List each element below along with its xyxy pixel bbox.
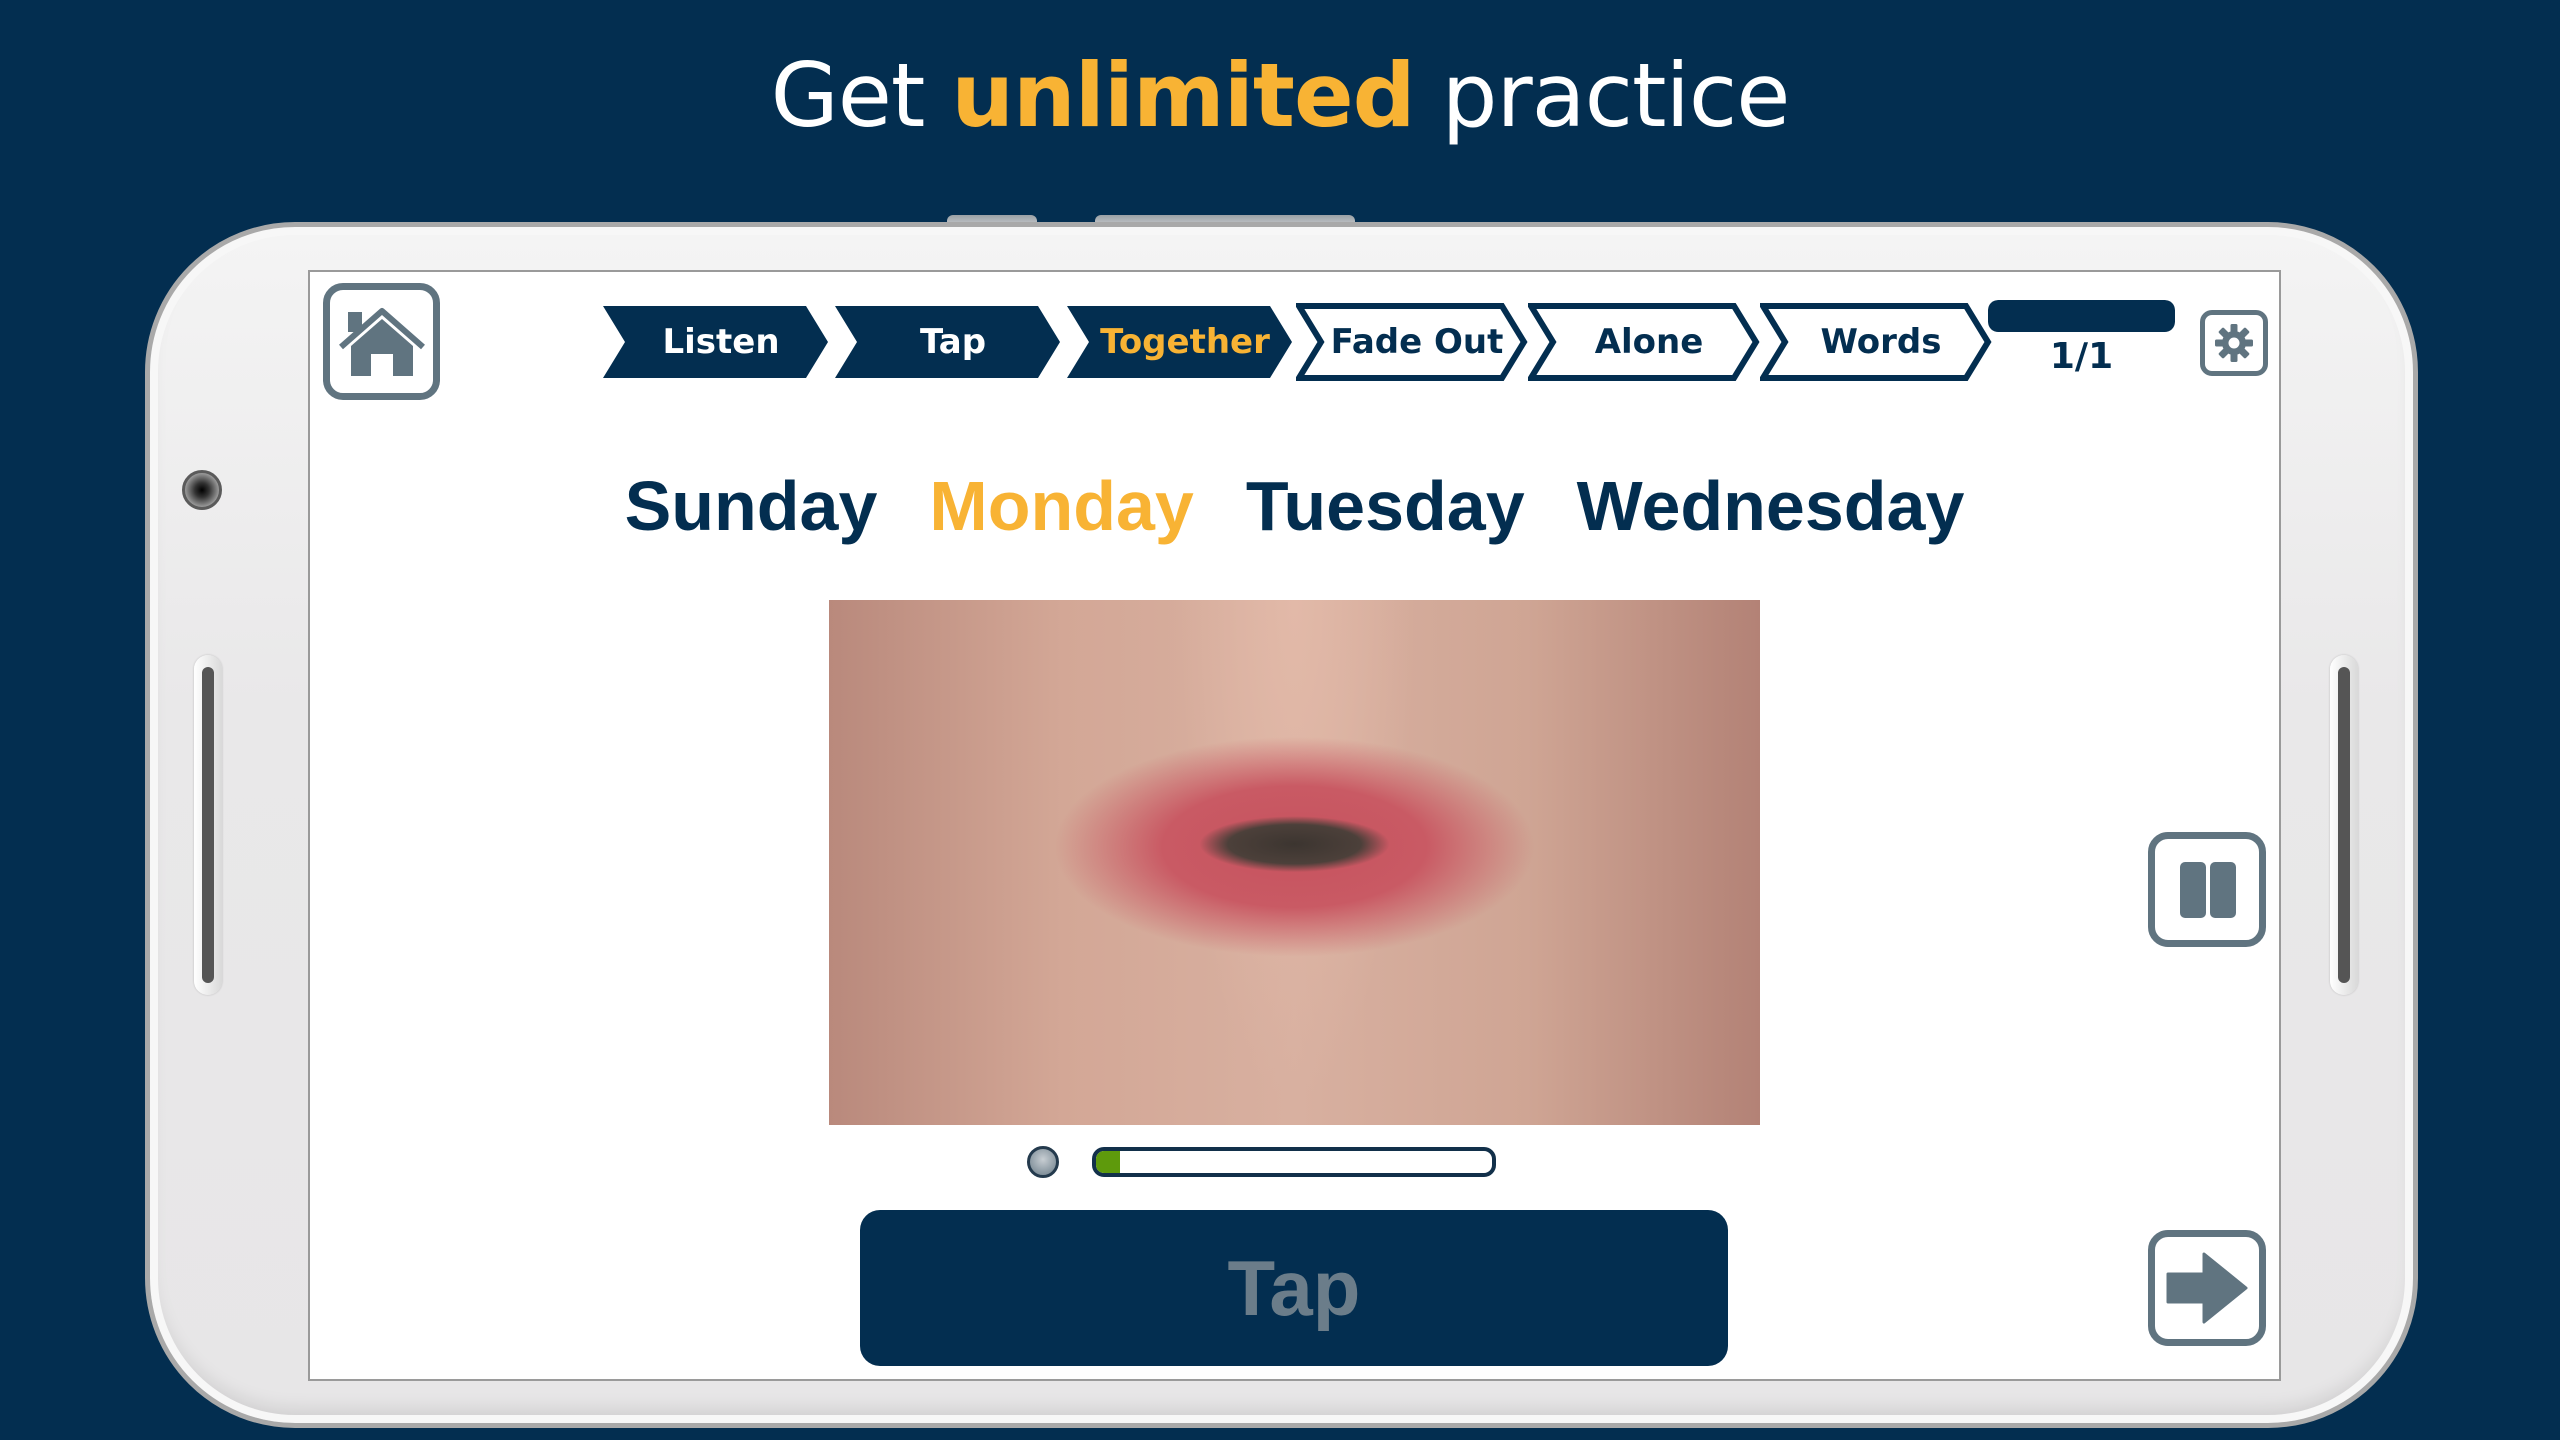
phone-left-speaker [194, 655, 222, 995]
step-label: Together [1100, 322, 1270, 362]
home-icon [338, 307, 425, 376]
step-tab-together[interactable]: Together [1064, 303, 1296, 381]
tap-button[interactable]: Tap [860, 1210, 1728, 1366]
step-label: Tap [919, 322, 987, 362]
pause-icon [2180, 861, 2236, 918]
headline-prefix: Get [770, 44, 926, 147]
lesson-progress-count: 1/1 [2049, 336, 2114, 377]
step-tab-tap[interactable]: Tap [832, 303, 1064, 381]
word-list: Sunday Monday Tuesday Wednesday [308, 466, 2281, 546]
audio-level-fill [1096, 1151, 1120, 1173]
mic-indicator [1027, 1146, 1059, 1178]
arrow-right-icon [2166, 1252, 2248, 1324]
headline-suffix: practice [1441, 44, 1791, 147]
front-camera [182, 470, 222, 510]
step-tab-fade-out[interactable]: Fade Out [1296, 303, 1528, 381]
mouth-video[interactable] [829, 600, 1760, 1125]
audio-level-meter [1092, 1147, 1496, 1177]
step-tab-listen[interactable]: Listen [600, 303, 832, 381]
pause-button[interactable] [2148, 832, 2266, 947]
next-button[interactable] [2148, 1230, 2266, 1346]
step-label: Words [1820, 322, 1942, 362]
word-item: Sunday [624, 467, 878, 545]
headline-highlight: unlimited [951, 44, 1415, 147]
gear-icon [2215, 324, 2253, 362]
word-item: Tuesday [1245, 467, 1525, 545]
step-tab-words[interactable]: Words [1760, 303, 1992, 381]
lesson-progress-bar [1988, 300, 2175, 332]
settings-button[interactable] [2200, 310, 2268, 376]
phone-right-speaker [2330, 655, 2358, 995]
home-button[interactable] [323, 283, 440, 400]
headline: Get unlimited practice [0, 44, 2560, 147]
step-label: Fade Out [1330, 322, 1504, 362]
word-item: Wednesday [1576, 467, 1965, 545]
word-item: Monday [929, 467, 1194, 545]
lesson-progress-fill [1988, 300, 2175, 332]
step-tab-alone[interactable]: Alone [1528, 303, 1760, 381]
step-label: Listen [662, 322, 780, 362]
step-label: Alone [1594, 322, 1704, 362]
